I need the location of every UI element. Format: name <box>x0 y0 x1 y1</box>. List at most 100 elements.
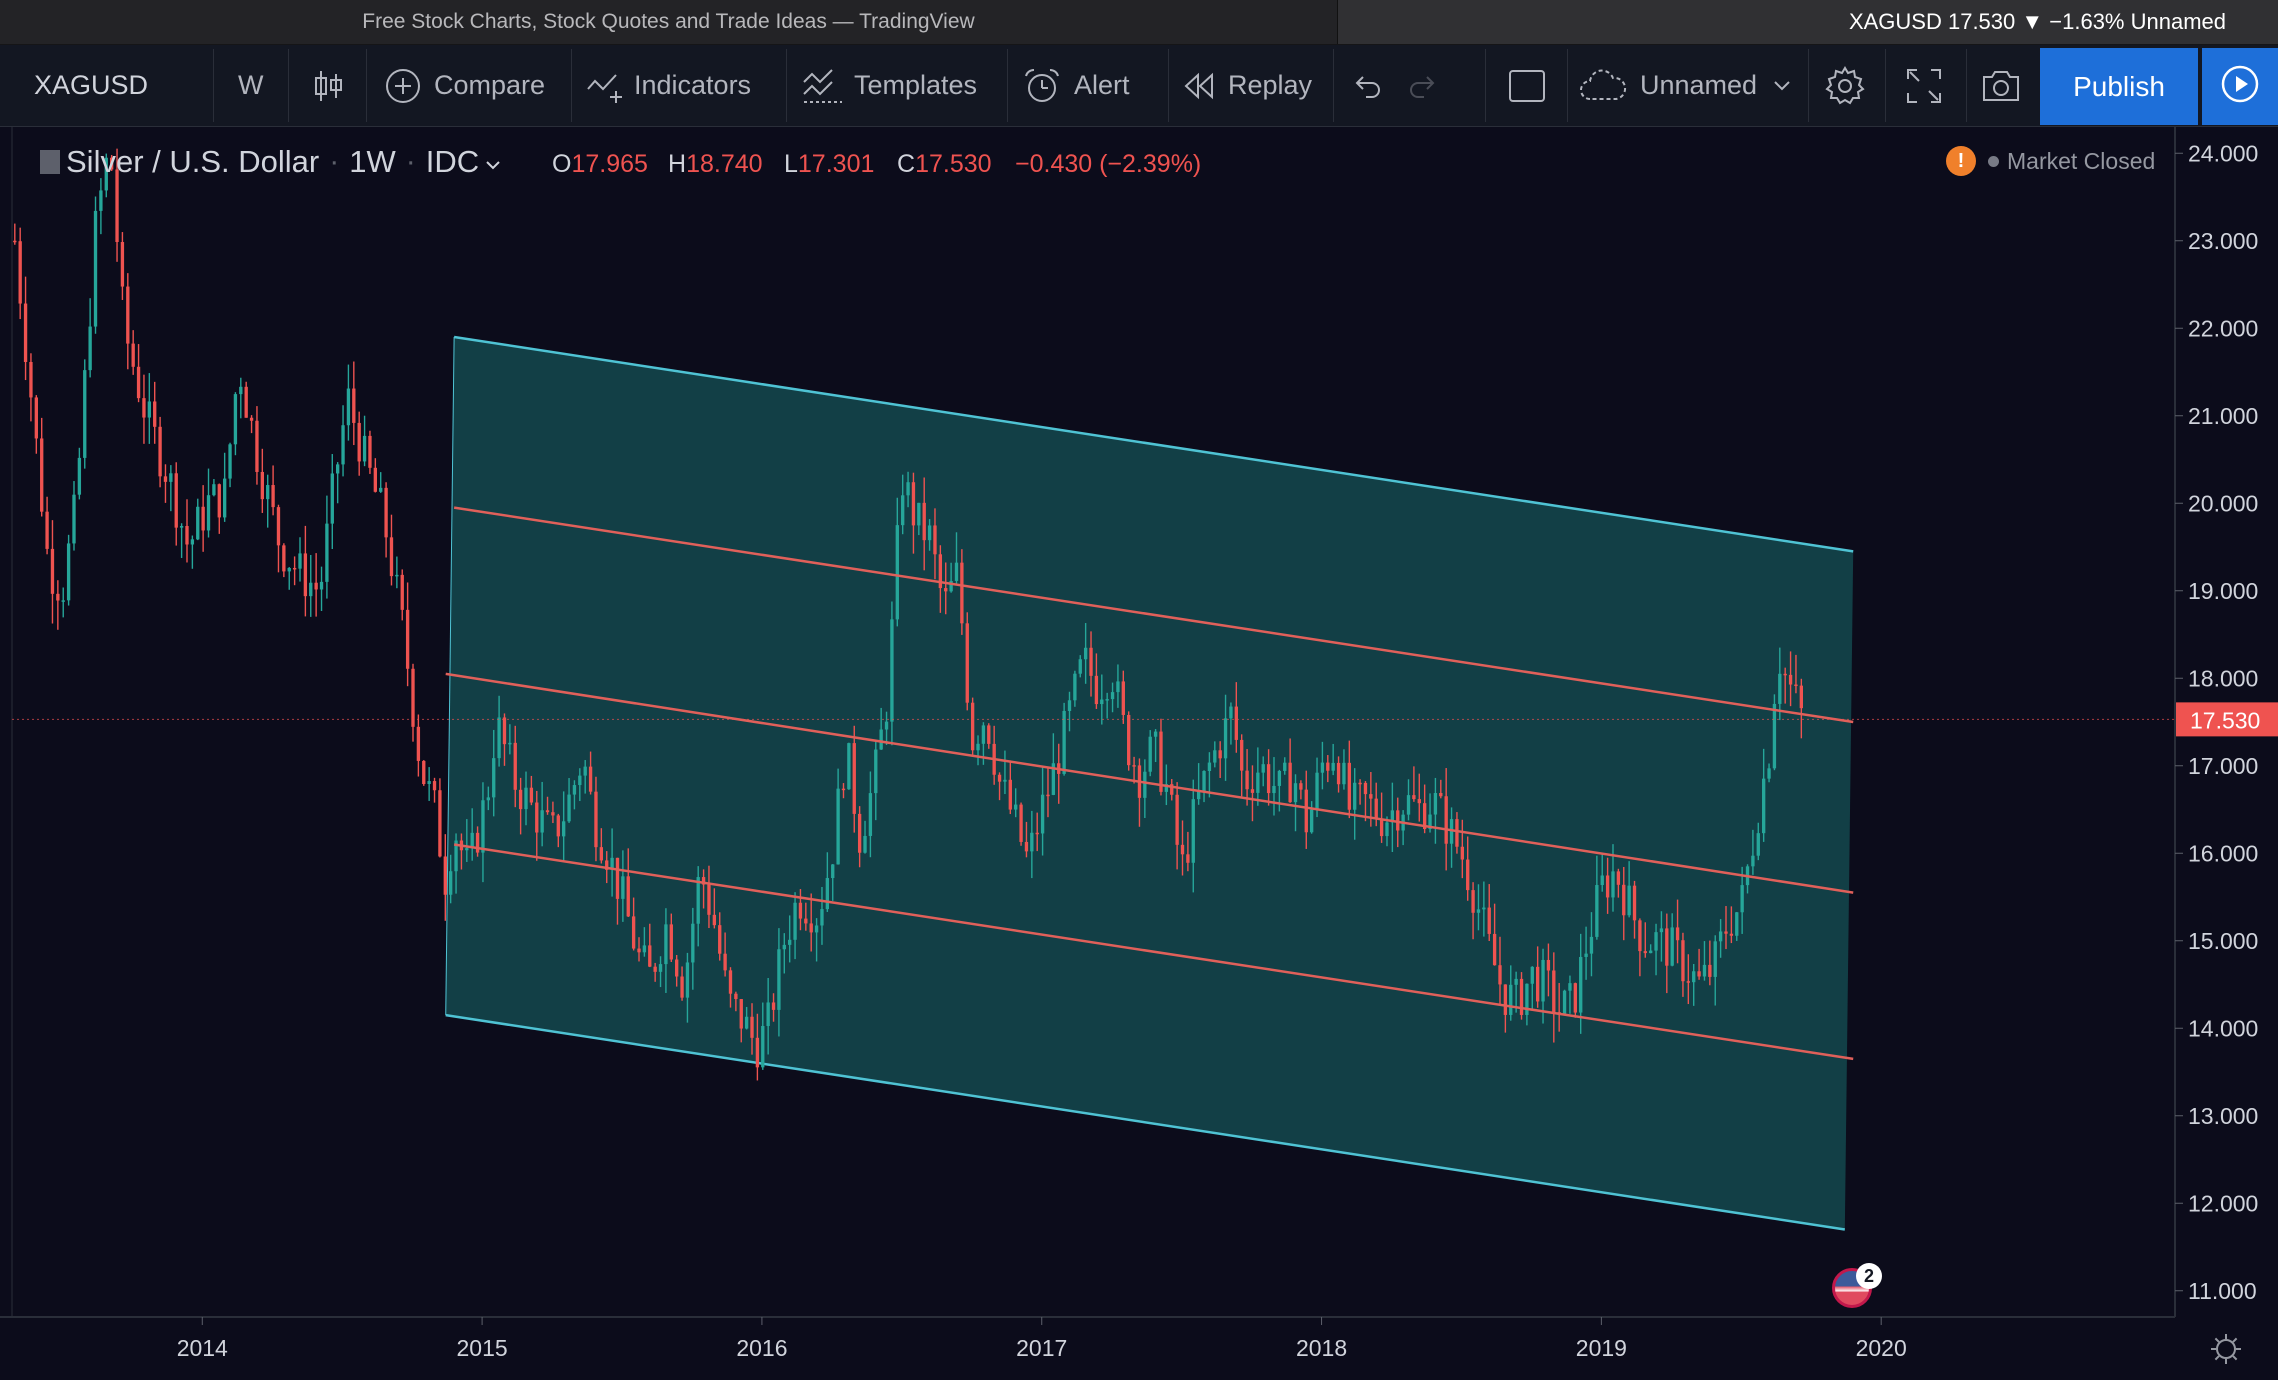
candle-body <box>529 787 534 803</box>
candle-body <box>970 702 975 751</box>
undo-icon <box>1352 73 1382 99</box>
templates-button[interactable]: Templates <box>802 45 977 126</box>
candle-body <box>1568 983 1572 991</box>
price-chart[interactable]: 11.000 12.000 13.000 14.000 15.000 16.000 17.0… <box>0 127 2278 1380</box>
alarm-clock-icon <box>1022 66 1062 106</box>
candle-body <box>1062 710 1066 774</box>
candle-body <box>1030 832 1034 852</box>
candle-body <box>1600 875 1604 886</box>
candle-body <box>395 574 399 577</box>
candle-body <box>594 791 598 848</box>
candle-body <box>411 668 415 727</box>
candle-body <box>438 790 442 857</box>
undo-button[interactable] <box>1352 45 1382 126</box>
browser-tab-bar: Free Stock Charts, Stock Quotes and Trad… <box>0 0 2278 45</box>
candle-body <box>400 574 404 610</box>
candle-body <box>658 964 663 972</box>
candle-body <box>1509 984 1513 1015</box>
candle-body <box>1180 844 1185 855</box>
candle-body <box>545 810 550 813</box>
candle-body <box>1024 841 1029 852</box>
candle-body <box>206 495 211 531</box>
candle-body <box>1046 794 1050 797</box>
candle-body <box>34 397 38 439</box>
candle-body <box>723 953 727 971</box>
price-axis[interactable]: 11.000 12.000 13.000 14.000 15.000 16.000 17.0… <box>2174 127 2278 1380</box>
fullscreen-button[interactable] <box>1906 45 1942 126</box>
candle-body <box>1460 846 1464 860</box>
toolbar-divider <box>1966 49 1967 122</box>
candle-body <box>45 511 49 549</box>
candle-body <box>890 619 894 722</box>
market-status[interactable]: ! Market Closed <box>1946 144 2155 178</box>
candle-body <box>680 976 684 998</box>
candle-body <box>1778 673 1782 704</box>
candle-body <box>217 484 221 518</box>
candle-body <box>712 914 717 926</box>
candle-body <box>309 582 313 597</box>
compare-label: Compare <box>434 70 546 100</box>
snapshot-button[interactable] <box>1980 45 2022 126</box>
candle-body <box>1761 778 1766 834</box>
indicators-button[interactable]: Indicators <box>586 45 751 126</box>
candle-body <box>1595 885 1599 937</box>
candle-body <box>599 847 604 861</box>
candle-body <box>750 1016 754 1038</box>
candle-body <box>1385 822 1389 837</box>
candle-body <box>884 721 889 730</box>
warning-icon[interactable]: ! <box>1946 146 1976 176</box>
candle-body <box>1186 854 1190 863</box>
series-marker-icon <box>40 150 60 174</box>
play-circle-icon <box>2220 64 2260 109</box>
symbol-search-button[interactable]: XAGUSD <box>34 45 148 126</box>
redo-icon <box>1408 73 1438 99</box>
candle-body <box>1433 793 1438 815</box>
candle-body <box>1659 928 1664 933</box>
candle-body <box>18 241 22 304</box>
compare-button[interactable]: Compare <box>384 45 545 126</box>
browser-tab-ticker[interactable]: XAGUSD 17.530 ▼ −1.63% Unnamed <box>1338 0 2278 44</box>
candle-body <box>185 525 189 545</box>
series-legend[interactable]: Silver / U.S. Dollar · 1W · IDC <box>40 142 501 182</box>
time-axis-background <box>0 1317 2278 1380</box>
layout-menu-button[interactable] <box>1772 45 1792 126</box>
candle-body <box>357 422 361 462</box>
candle-body <box>276 507 281 546</box>
candle-body <box>508 742 512 745</box>
candle-body <box>1116 681 1120 693</box>
candles-icon <box>312 68 344 104</box>
layout-save-button[interactable]: Unnamed <box>1578 45 1757 126</box>
candle-body <box>901 495 905 526</box>
candle-body <box>201 506 205 531</box>
candle-body <box>1616 871 1621 885</box>
browser-tab-tradingview[interactable]: Free Stock Charts, Stock Quotes and Trad… <box>0 0 1338 44</box>
candle-body <box>911 482 916 526</box>
candle-body <box>325 523 329 582</box>
candle-body <box>879 729 883 750</box>
fullscreen-layout-button[interactable] <box>1508 45 1546 126</box>
interval-button[interactable]: W <box>238 45 263 126</box>
chevron-down-icon[interactable] <box>485 145 501 179</box>
candle-body <box>852 743 856 814</box>
candle-body <box>1692 971 1696 983</box>
candle-body <box>820 909 824 926</box>
legend-close: C17.530 <box>897 150 992 179</box>
publish-button[interactable]: Publish <box>2040 48 2198 125</box>
replay-button[interactable]: Replay <box>1182 45 1312 126</box>
candle-body <box>847 743 851 790</box>
candle-body <box>734 993 738 1000</box>
candle-body <box>718 925 722 954</box>
publish-video-button[interactable] <box>2202 48 2278 125</box>
candle-body <box>244 386 248 418</box>
candle-body <box>88 326 92 371</box>
time-axis[interactable]: 2014 2015 2016 2017 2018 2019 2020 <box>0 1316 2278 1380</box>
chart-type-button[interactable] <box>312 45 344 126</box>
settings-button[interactable] <box>1824 45 1866 126</box>
candle-body <box>1326 762 1330 771</box>
candle-body <box>1611 871 1615 898</box>
price-tick-label: 19.000 <box>2188 578 2258 604</box>
candle-body <box>1110 692 1115 700</box>
redo-button[interactable] <box>1408 45 1438 126</box>
alert-button[interactable]: Alert <box>1022 45 1130 126</box>
candle-body <box>1078 659 1082 674</box>
